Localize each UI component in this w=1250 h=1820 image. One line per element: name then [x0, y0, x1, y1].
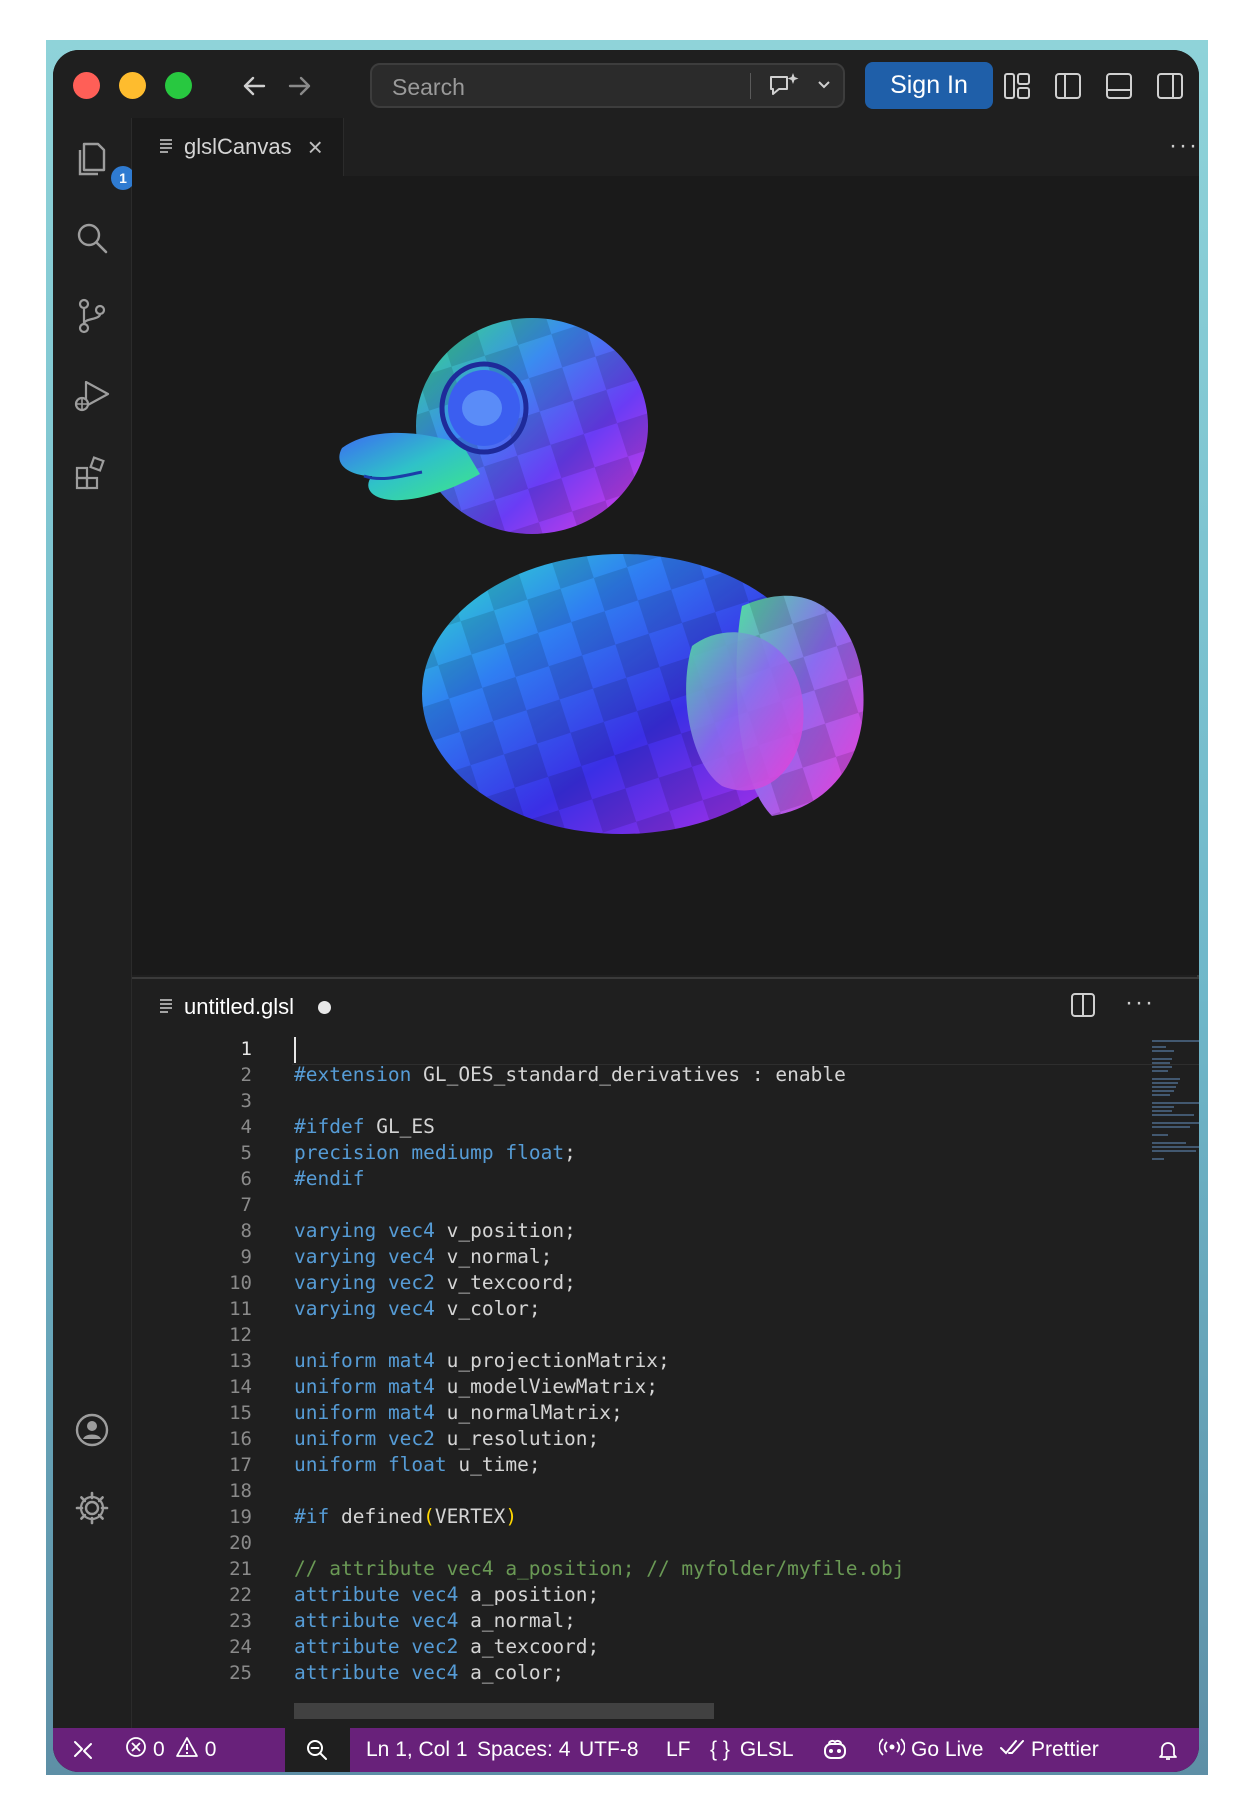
error-count: 0 — [153, 1738, 165, 1761]
tab-untitled-glsl[interactable]: untitled.glsl — [132, 979, 350, 1035]
problems-indicator[interactable]: 0 0 — [125, 1728, 216, 1772]
encoding[interactable]: UTF-8 — [579, 1728, 639, 1772]
braces-icon: { } — [710, 1738, 730, 1761]
zoom-window-button[interactable] — [165, 72, 192, 99]
split-editor-icon[interactable] — [1069, 991, 1097, 1024]
prettier-label: Prettier — [1031, 1738, 1099, 1761]
language-mode[interactable]: { } GLSL — [710, 1728, 794, 1772]
go-live-button[interactable]: Go Live — [878, 1728, 984, 1772]
end-of-line[interactable]: LF — [666, 1728, 691, 1772]
zoom-icon[interactable] — [305, 1728, 329, 1772]
search-icon[interactable] — [70, 216, 114, 260]
forward-arrow-icon[interactable] — [282, 68, 318, 104]
warning-count: 0 — [204, 1738, 217, 1761]
horizontal-scrollbar[interactable] — [294, 1703, 714, 1719]
command-center-search[interactable]: Search — [370, 63, 845, 108]
customize-layout-icon[interactable] — [1000, 69, 1034, 103]
tab-label: untitled.glsl — [184, 994, 295, 1019]
file-lines-icon — [158, 997, 174, 1018]
explorer-files-icon[interactable]: 1 — [70, 136, 135, 190]
go-live-label: Go Live — [911, 1738, 984, 1761]
language-label: GLSL — [739, 1738, 794, 1761]
close-window-button[interactable] — [73, 72, 100, 99]
more-actions-button[interactable]: ··· — [1169, 132, 1199, 160]
copilot-icon[interactable] — [821, 1728, 849, 1772]
code-editor[interactable]: 1 2 #extension GL_OES_standard_derivatives… — [132, 1037, 1199, 1730]
unsaved-dot-icon[interactable] — [318, 1000, 332, 1014]
vscode-window: Search Sign In 1 glslCanvas × ··· untitl… — [53, 50, 1199, 1772]
tab-glslcanvas[interactable]: glslCanvas × — [132, 118, 344, 176]
toggle-panel-icon[interactable] — [1102, 69, 1136, 103]
back-arrow-icon[interactable] — [236, 68, 272, 104]
shaded-duck-render — [339, 318, 864, 834]
source-control-icon[interactable] — [70, 294, 114, 338]
tab-label: glslCanvas — [184, 134, 292, 159]
sign-in-button[interactable]: Sign In — [865, 62, 993, 109]
code-line[interactable]: 25 attribute vec4 a_color; — [132, 1658, 1092, 1688]
more-actions-button[interactable]: ··· — [1125, 989, 1155, 1017]
preview-tab-bar: glslCanvas × ··· — [132, 118, 1199, 176]
remote-indicator-icon[interactable] — [71, 1728, 95, 1772]
glsl-canvas[interactable] — [132, 176, 1199, 975]
double-check-icon — [999, 1737, 1025, 1763]
warning-icon — [175, 1736, 199, 1764]
toggle-primary-sidebar-icon[interactable] — [1051, 69, 1085, 103]
preview-editor-group: glslCanvas × ··· — [132, 118, 1199, 975]
indentation[interactable]: Spaces: 4 — [477, 1728, 570, 1772]
status-bar: 0 0 Ln 1, Col 1 Spaces: 4 UTF-8 LF { } G… — [53, 1728, 1199, 1772]
run-and-debug-icon[interactable] — [70, 374, 114, 418]
cursor-position[interactable]: Ln 1, Col 1 — [366, 1728, 468, 1772]
search-divider — [750, 73, 751, 99]
code-editor-group: untitled.glsl ··· 1 2 #extension GL_OES_st… — [132, 977, 1199, 1730]
prettier-button[interactable]: Prettier — [999, 1728, 1099, 1772]
line-number: 25 — [229, 1662, 252, 1684]
chevron-down-icon[interactable] — [815, 76, 833, 99]
extensions-icon[interactable] — [70, 451, 114, 495]
account-icon[interactable] — [70, 1408, 114, 1452]
broadcast-icon — [878, 1736, 906, 1764]
close-icon[interactable]: × — [308, 132, 323, 163]
minimap[interactable] — [1150, 1037, 1199, 1167]
preview-file-icon — [158, 137, 174, 158]
chat-sparkle-icon[interactable] — [767, 71, 801, 106]
gear-icon[interactable] — [70, 1486, 114, 1530]
error-icon — [125, 1736, 147, 1764]
search-placeholder: Search — [392, 74, 465, 100]
minimize-window-button[interactable] — [119, 72, 146, 99]
toggle-secondary-sidebar-icon[interactable] — [1153, 69, 1187, 103]
activity-bar: 1 — [53, 118, 135, 1728]
bell-icon[interactable] — [1156, 1728, 1180, 1772]
title-bar: Search Sign In — [53, 50, 1199, 118]
line-text: attribute vec4 a_color; — [294, 1661, 565, 1684]
